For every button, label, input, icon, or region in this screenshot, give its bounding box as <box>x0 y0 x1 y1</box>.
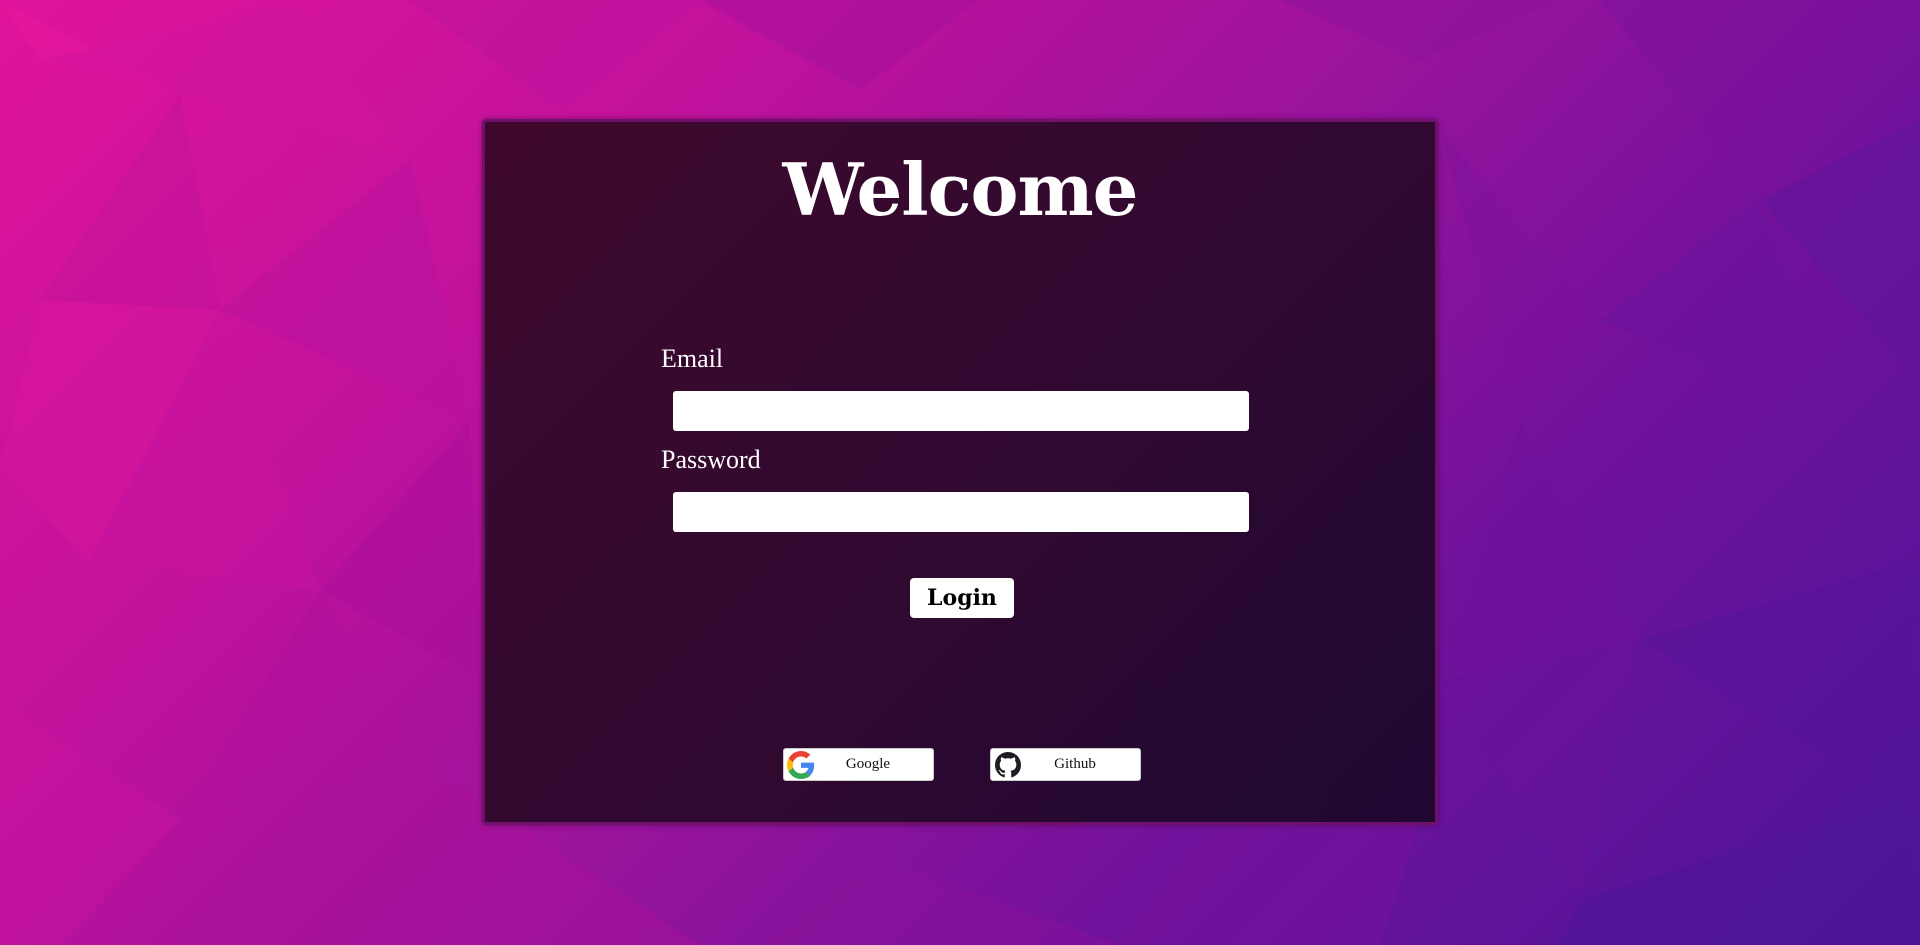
github-icon <box>991 749 1024 780</box>
google-login-button[interactable]: Google <box>783 748 934 781</box>
google-icon <box>784 749 817 780</box>
login-button[interactable]: Login <box>910 578 1014 618</box>
github-label: Github <box>1054 756 1096 772</box>
github-login-button[interactable]: Github <box>990 748 1141 781</box>
email-label: Email <box>661 344 724 373</box>
email-field[interactable] <box>673 391 1249 431</box>
login-card: Welcome Email Password Login Google Gith… <box>482 119 1438 825</box>
welcome-title: Welcome <box>782 147 1138 232</box>
password-label: Password <box>661 445 761 474</box>
password-field[interactable] <box>673 492 1249 532</box>
google-label: Google <box>845 756 891 772</box>
